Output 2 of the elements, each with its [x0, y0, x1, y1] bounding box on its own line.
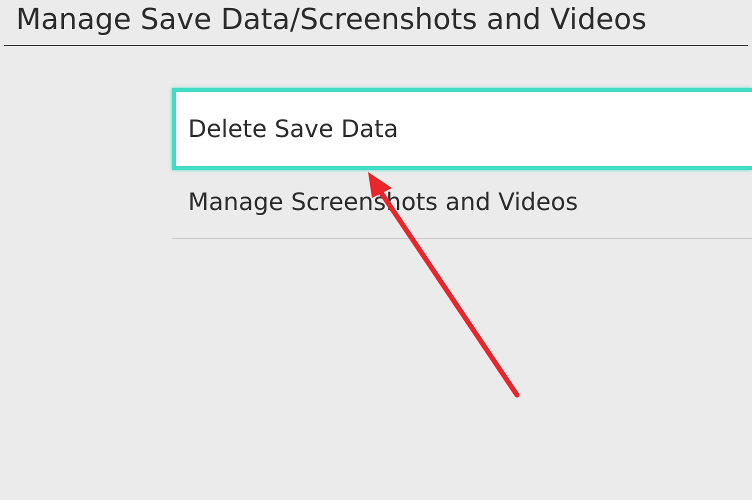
screen-title: Manage Save Data/Screenshots and Videos [16, 2, 647, 37]
menu-item[interactable]: Delete Save Data [172, 88, 752, 170]
